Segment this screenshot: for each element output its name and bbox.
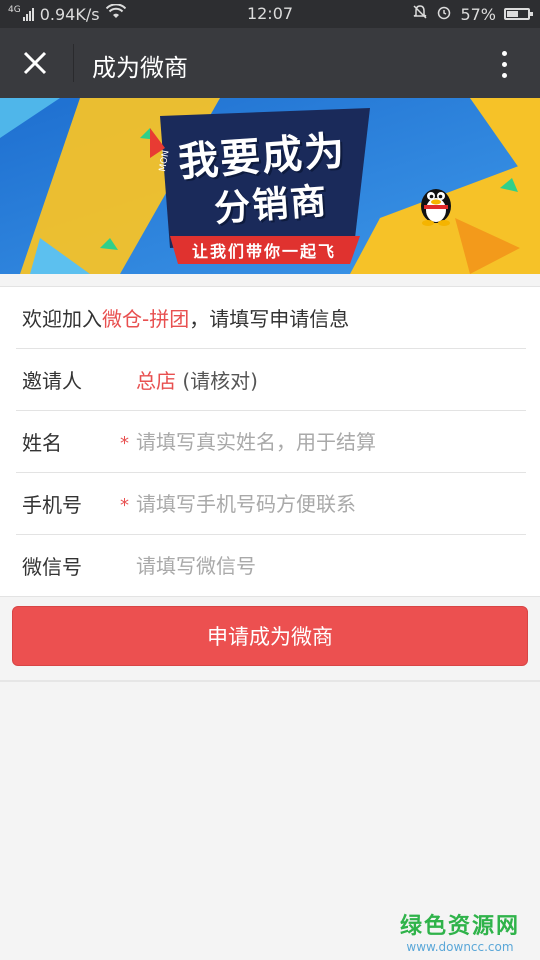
wechat-row: 微信号: [16, 535, 526, 596]
inviter-value: 总店 (请核对): [136, 365, 258, 394]
wechat-label: 微信号: [22, 555, 82, 579]
welcome-brand: 微仓-拼团: [102, 307, 190, 331]
welcome-prefix: 欢迎加入: [22, 307, 102, 331]
banner-headline-2: 分销商: [212, 181, 330, 230]
wechat-input[interactable]: [136, 553, 526, 578]
battery-fill: [507, 11, 519, 17]
phone-input[interactable]: [136, 491, 526, 516]
mute-icon: [412, 4, 428, 24]
more-vertical-icon: [501, 50, 507, 56]
watermark: 绿色资源网 www.downcc.com: [400, 908, 520, 954]
phone-row: 手机号 *: [16, 473, 526, 535]
page-title: 成为微商: [92, 54, 188, 82]
close-button[interactable]: [12, 42, 58, 84]
alarm-icon: [436, 4, 452, 24]
inviter-note: (请核对): [176, 369, 258, 393]
name-input[interactable]: [136, 429, 526, 454]
battery-icon: [504, 8, 533, 20]
battery-percent: 57%: [460, 4, 496, 24]
phone-label: 手机号: [22, 493, 82, 517]
name-row: 姓名 *: [16, 411, 526, 473]
welcome-text: 欢迎加入 微仓-拼团 ，请填写申请信息: [16, 287, 526, 349]
title-bar: 成为微商: [0, 28, 540, 98]
inviter-row: 邀请人 总店 (请核对): [16, 349, 526, 411]
qq-penguin-icon: [421, 189, 451, 226]
required-mark: *: [120, 433, 129, 454]
inviter-label: 邀请人: [22, 369, 82, 393]
banner-subtitle: 让我们带你一起飞: [192, 242, 337, 261]
title-divider: [73, 44, 74, 82]
status-bar: 4G 0.94K/s 12:07 57%: [0, 0, 540, 28]
application-form: 欢迎加入微仓-拼团，请填写申请信息 邀请人 总店 (请核对) 姓名 * 手机号 …: [0, 286, 540, 597]
required-mark: *: [120, 495, 129, 516]
promo-banner[interactable]: MON 我要成为 分销商 让我们带你一起飞: [0, 98, 540, 274]
submit-button[interactable]: 申请成为微商: [12, 606, 528, 666]
watermark-title: 绿色资源网: [399, 914, 520, 939]
name-label: 姓名: [22, 431, 62, 455]
welcome-suffix: ，请填写申请信息: [189, 307, 350, 331]
watermark-url: www.downcc.com: [406, 940, 514, 954]
inviter-name: 总店: [136, 369, 176, 393]
more-button[interactable]: [486, 44, 522, 84]
bottom-divider: [0, 680, 540, 682]
close-icon: [23, 51, 47, 75]
